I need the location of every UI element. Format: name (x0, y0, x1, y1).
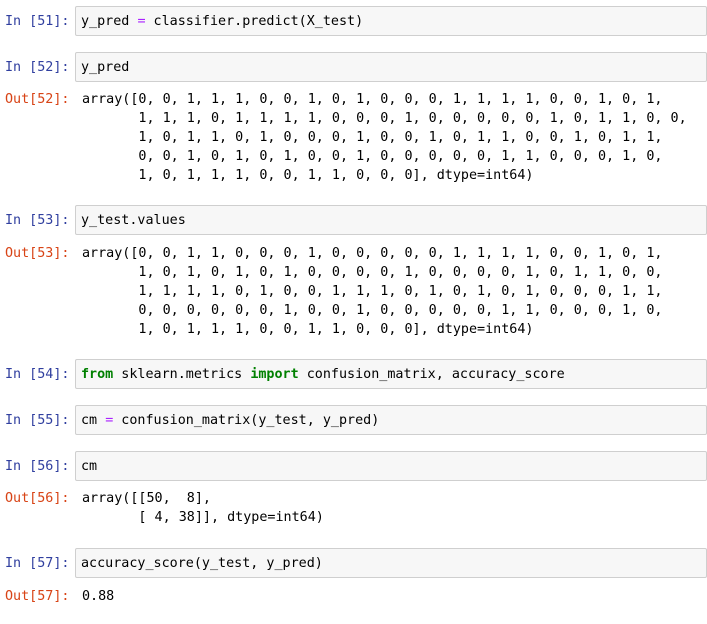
input-prompt: In [55]: (5, 413, 70, 428)
input-prompt: In [52]: (5, 60, 70, 75)
code-line: y_pred = classifier.predict(X_test) (81, 14, 364, 29)
code-input-cell[interactable]: cm (75, 451, 707, 481)
code-line: cm = confusion_matrix(y_test, y_pred) (81, 413, 380, 428)
code-line: accuracy_score(y_test, y_pred) (81, 556, 323, 571)
input-prompt: In [56]: (5, 459, 70, 474)
code-line: y_test.values (81, 213, 186, 228)
output-text: 0.88 (82, 589, 115, 604)
code-input-cell[interactable]: y_pred = classifier.predict(X_test) (75, 6, 707, 36)
output-text: array([0, 0, 1, 1, 0, 0, 0, 1, 0, 0, 0, … (82, 246, 663, 337)
output-prompt: Out[52]: (5, 92, 70, 107)
code-input-cell[interactable]: accuracy_score(y_test, y_pred) (75, 548, 707, 578)
input-prompt: In [51]: (5, 14, 70, 29)
input-prompt: In [54]: (5, 367, 70, 382)
code-line: y_pred (81, 60, 130, 75)
code-line: from sklearn.metrics import confusion_ma… (81, 367, 565, 382)
code-input-cell[interactable]: y_pred (75, 52, 707, 82)
output-prompt: Out[53]: (5, 246, 70, 261)
output-text: array([[50, 8], [ 4, 38]], dtype=int64) (82, 491, 324, 525)
output-prompt: Out[56]: (5, 491, 70, 506)
code-line: cm (81, 459, 98, 474)
input-prompt: In [53]: (5, 213, 70, 228)
code-input-cell[interactable]: from sklearn.metrics import confusion_ma… (75, 359, 707, 389)
code-input-cell[interactable]: y_test.values (75, 205, 707, 235)
output-text: array([0, 0, 1, 1, 1, 0, 0, 1, 0, 1, 0, … (82, 92, 687, 183)
code-input-cell[interactable]: cm = confusion_matrix(y_test, y_pred) (75, 405, 707, 435)
output-prompt: Out[57]: (5, 589, 70, 604)
input-prompt: In [57]: (5, 556, 70, 571)
